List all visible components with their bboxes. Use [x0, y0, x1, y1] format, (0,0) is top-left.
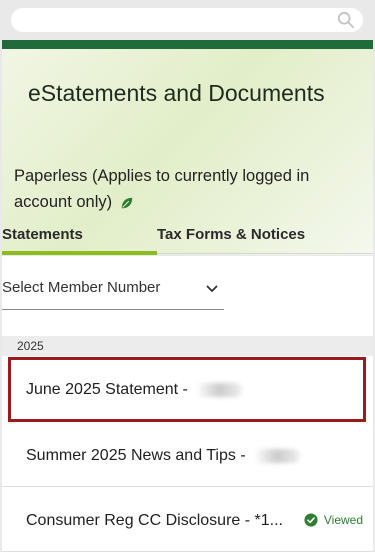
year-header: 2025 [2, 336, 373, 356]
paperless-text: Paperless (Applies to currently logged i… [14, 167, 310, 211]
viewed-label: Viewed [323, 513, 363, 527]
chevron-down-icon [206, 285, 218, 292]
active-tab-indicator [2, 251, 157, 255]
viewed-badge: Viewed [304, 513, 363, 527]
top-bar [0, 0, 375, 40]
redacted-account [196, 382, 243, 397]
document-label: Consumer Reg CC Disclosure - *1... [26, 512, 283, 529]
document-tabs: Statements Tax Forms & Notices [0, 226, 375, 256]
check-circle-icon [304, 513, 318, 527]
document-label: Summer 2025 News and Tips - [26, 447, 301, 465]
list-item[interactable]: Summer 2025 News and Tips - [2, 422, 373, 487]
tab-tax-forms-notices[interactable]: Tax Forms & Notices [157, 226, 305, 243]
hero-banner: eStatements and Documents Paperless (App… [2, 49, 373, 255]
list-item[interactable]: Consumer Reg CC Disclosure - *1... Viewe… [2, 487, 373, 552]
member-number-select[interactable]: Select Member Number [2, 271, 224, 310]
member-select-value: Select Member Number [2, 279, 161, 296]
redacted-account [254, 448, 301, 463]
page-title: eStatements and Documents [28, 80, 325, 106]
tab-divider [157, 253, 373, 254]
search-input[interactable] [11, 8, 363, 32]
document-label: June 2025 Statement - [26, 381, 243, 399]
year-label: 2025 [17, 339, 44, 353]
tab-statements[interactable]: Statements [2, 226, 83, 243]
paperless-status: Paperless (Applies to currently logged i… [14, 163, 354, 215]
leaf-icon [121, 197, 133, 208]
brand-green-bar [2, 40, 373, 49]
filter-panel: Select Member Number [2, 256, 373, 336]
search-icon[interactable] [337, 11, 355, 29]
documents-list: June 2025 Statement - Summer 2025 News a… [2, 356, 373, 552]
list-item[interactable]: June 2025 Statement - [2, 356, 373, 420]
